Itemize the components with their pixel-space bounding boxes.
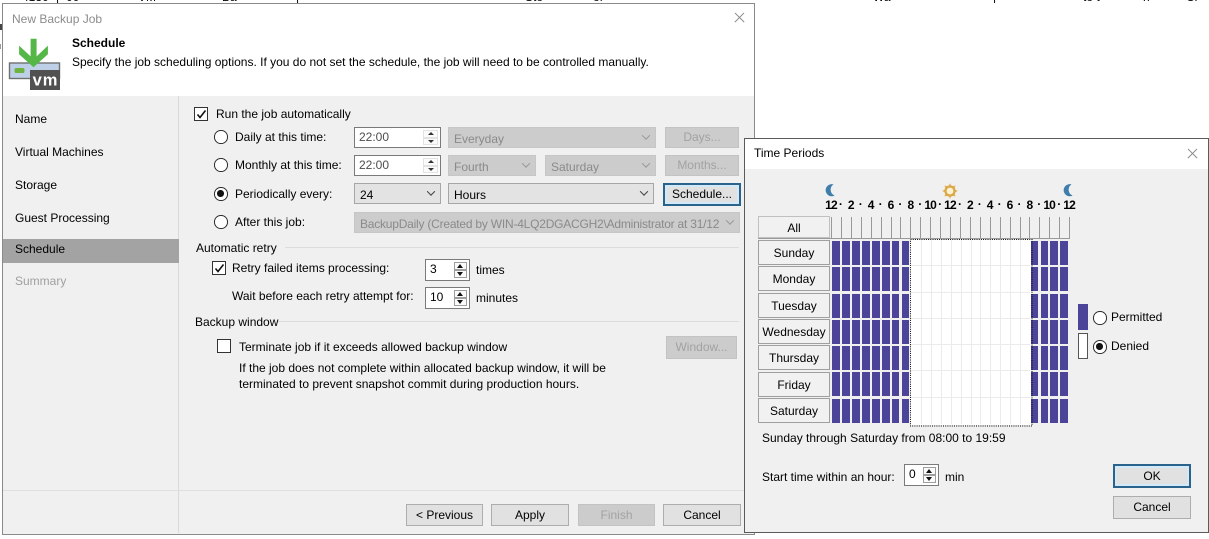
svg-text:vm: vm xyxy=(33,72,59,90)
